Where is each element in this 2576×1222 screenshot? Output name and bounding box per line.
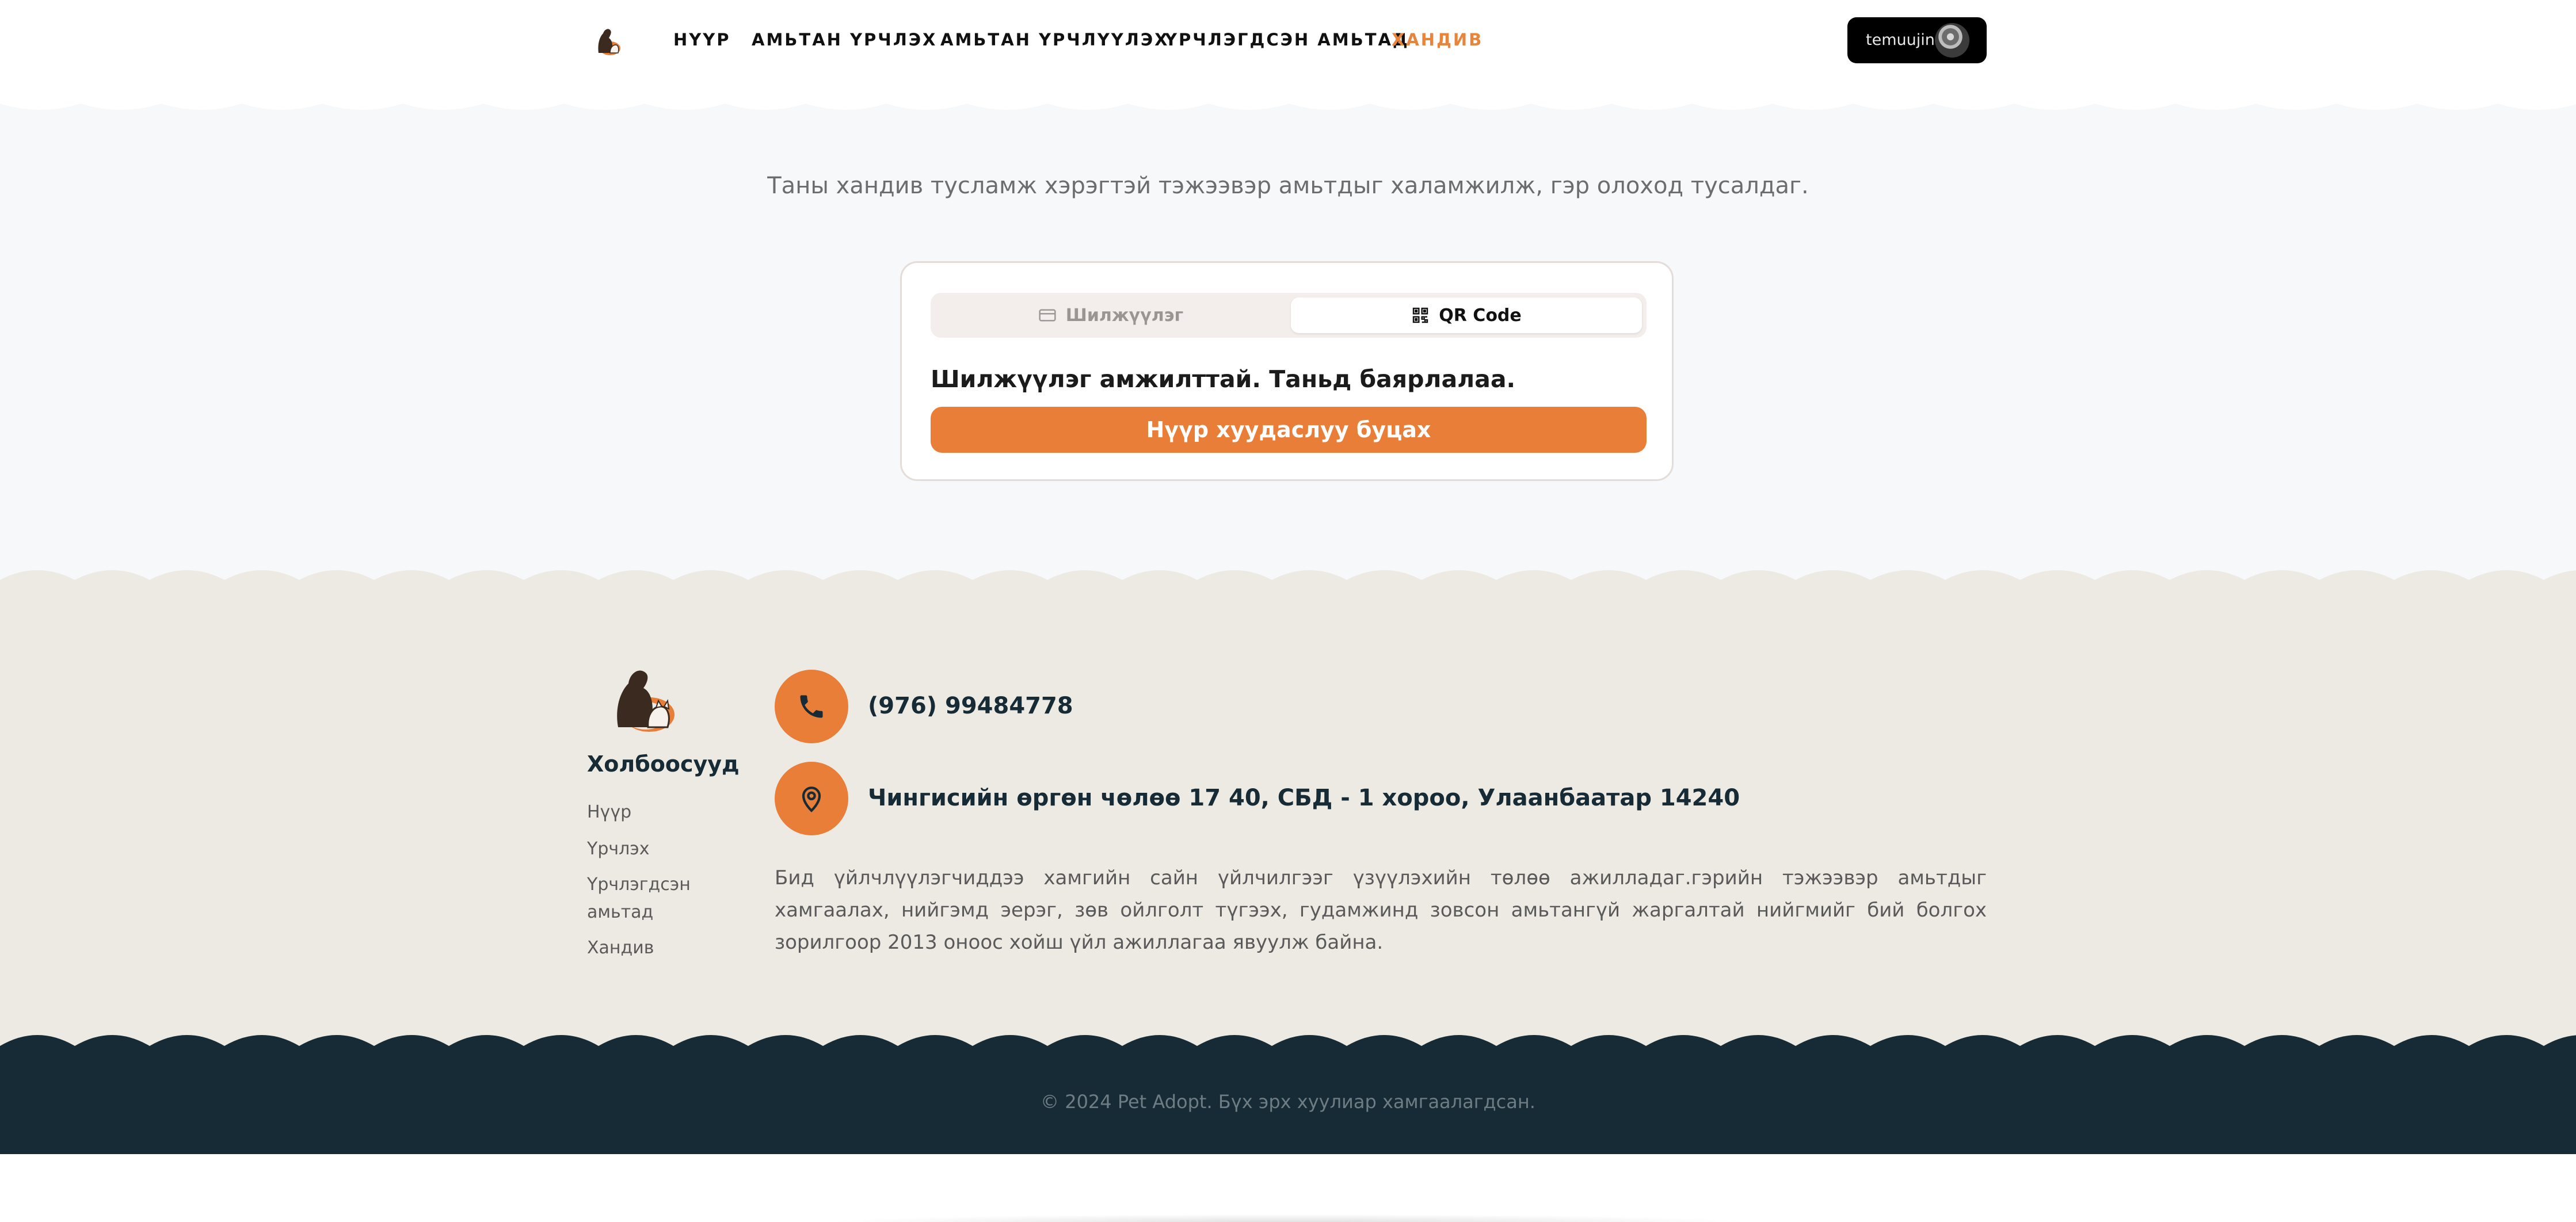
- nav-donate[interactable]: ХАНДИВ: [1392, 30, 1483, 49]
- avatar: [1935, 23, 1969, 58]
- donation-card: Шилжүүлэг QR Code Шилжүүлэг амжилттай. Т…: [900, 261, 1674, 481]
- footer-link-adopt[interactable]: Үрчлэх: [587, 835, 650, 863]
- footer: Холбоосууд Нүүр Үрчлэх Үрчлэгдсэн амьтад…: [0, 586, 2576, 1028]
- nav-adopt[interactable]: АМЬТАН ҮРЧЛЭХ: [752, 30, 937, 49]
- donation-lead-text: Таны хандив тусламж хэрэгтэй тэжээвэр ам…: [767, 173, 1809, 199]
- map-pin-icon: [775, 762, 848, 835]
- footer-link-adopted-pets[interactable]: Үрчлэгдсэн амьтад: [587, 871, 714, 926]
- copyright-text: © 2024 Pet Adopt. Бүх эрх хуулиар хамгаа…: [1041, 1091, 1535, 1113]
- tab-bank-transfer-label: Шилжүүлэг: [1065, 305, 1184, 326]
- decorative-wave-footer: [0, 553, 2576, 588]
- tab-bank-transfer[interactable]: Шилжүүлэг: [935, 297, 1286, 333]
- decorative-wave-dark: [0, 1016, 2576, 1051]
- footer-links-heading: Холбоосууд: [587, 751, 740, 777]
- username-label: temuujin: [1866, 31, 1935, 49]
- payment-tabs: Шилжүүлэг QR Code: [931, 293, 1647, 338]
- nav-home[interactable]: НҮҮР: [673, 30, 731, 49]
- credit-card-icon: [1039, 309, 1056, 322]
- footer-link-home[interactable]: Нүүр: [587, 799, 631, 826]
- footer-logo-icon: [617, 670, 675, 732]
- top-navbar: НҮҮР АМЬТАН ҮРЧЛЭХ АМЬТАН ҮРЧЛҮҮЛЭХ ҮРЧЛ…: [0, 0, 2576, 81]
- tab-qr-code-label: QR Code: [1439, 305, 1522, 326]
- nav-adopted-pets[interactable]: ҮРЧЛЭГДСЭН АМЬТАД: [1165, 30, 1409, 49]
- page-bottom-blank: [0, 1154, 2576, 1222]
- success-message: Шилжүүлэг амжилттай. Таньд баярлалаа.: [931, 365, 1516, 393]
- footer-address: Чингисийн өргөн чөлөө 17 40, СБД - 1 хор…: [868, 785, 1740, 811]
- footer-about-text: Бид үйлчлүүлэгчиддээ хамгийн сайн үйлчил…: [775, 866, 1987, 954]
- qr-code-icon: [1413, 307, 1428, 323]
- nav-give-for-adoption[interactable]: АМЬТАН ҮРЧЛҮҮЛЭХ: [940, 30, 1169, 49]
- footer-phone: (976) 99484778: [868, 693, 1073, 719]
- phone-icon: [775, 670, 848, 743]
- bottom-shadow: [817, 1214, 1761, 1222]
- tab-qr-code[interactable]: QR Code: [1291, 297, 1642, 333]
- user-menu-button[interactable]: temuujin: [1847, 17, 1987, 63]
- footer-link-donate[interactable]: Хандив: [587, 934, 654, 962]
- back-home-button[interactable]: Нүүр хуудаслуу буцах: [931, 407, 1647, 453]
- copyright-bar: © 2024 Pet Adopt. Бүх эрх хуулиар хамгаа…: [0, 1049, 2576, 1154]
- decorative-wave-top: [0, 97, 2576, 110]
- pet-logo-icon[interactable]: [593, 23, 623, 58]
